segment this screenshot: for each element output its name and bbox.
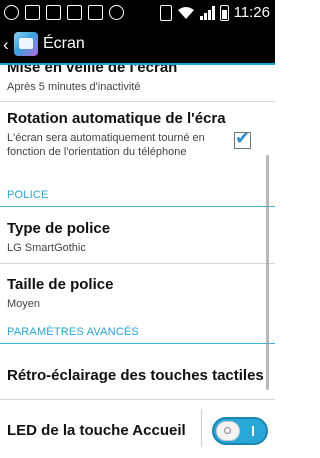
toggle-on-indicator — [252, 426, 254, 436]
setting-touch-backlight[interactable]: Rétro-éclairage des touches tactiles — [7, 367, 271, 384]
setting-font-size[interactable]: Taille de police Moyen — [7, 276, 271, 311]
toggle-knob — [216, 421, 240, 441]
email-icon — [88, 5, 103, 20]
setting-summary: L'écran sera automatiquement tourné en f… — [7, 132, 205, 158]
setting-title: LED de la touche Accueil — [7, 422, 186, 439]
toggle-separator — [201, 409, 202, 447]
setting-screen-sleep[interactable]: Mise en veille de l'écran Après 5 minute… — [7, 65, 271, 94]
section-divider — [0, 343, 275, 344]
display-settings-icon[interactable] — [14, 32, 38, 56]
image-icon — [67, 5, 82, 20]
vibrate-icon — [159, 4, 172, 21]
section-header-police: POLICE — [7, 189, 49, 201]
status-time: 11:26 — [233, 4, 270, 21]
settings-list[interactable]: Mise en veille de l'écran Après 5 minute… — [0, 65, 275, 458]
auto-rotate-checkbox[interactable] — [234, 128, 251, 149]
signal-icon — [199, 5, 215, 20]
setting-summary: Après 5 minutes d'inactivité — [7, 81, 141, 93]
sd-card-icon — [25, 5, 40, 20]
section-divider — [0, 206, 275, 207]
setting-title: Mise en veille de l'écran — [7, 65, 178, 76]
back-chevron-icon[interactable]: ‹ — [3, 35, 9, 55]
scrollbar[interactable] — [266, 155, 269, 390]
battery-icon — [219, 4, 229, 21]
search-icon — [4, 5, 19, 20]
setting-title: Type de police — [7, 220, 111, 237]
setting-auto-rotate[interactable]: Rotation automatique de l'écra L'écran s… — [7, 110, 235, 159]
setting-home-led[interactable]: LED de la touche Accueil — [7, 422, 195, 439]
setting-title: Rétro-éclairage des touches tactiles — [7, 367, 264, 384]
page-title: Écran — [43, 35, 85, 52]
status-left-icons — [4, 3, 124, 22]
wifi-icon — [177, 6, 194, 19]
setting-summary: LG SmartGothic — [7, 242, 86, 254]
setting-summary: Moyen — [7, 298, 41, 310]
status-right-icons: 11:26 — [159, 0, 270, 25]
divider — [0, 263, 275, 264]
notification-icon — [46, 5, 61, 20]
divider — [0, 101, 275, 102]
divider — [0, 399, 275, 400]
setting-title: Taille de police — [7, 276, 114, 293]
status-bar: 11:26 — [0, 0, 275, 25]
section-header-advanced: PARAMÈTRES AVANCÉS — [7, 326, 139, 338]
action-bar: ‹ Écran — [0, 25, 275, 65]
settings-icon — [109, 5, 124, 20]
setting-font-type[interactable]: Type de police LG SmartGothic — [7, 220, 271, 255]
setting-title: Rotation automatique de l'écra — [7, 110, 226, 127]
home-led-toggle[interactable] — [212, 417, 268, 445]
